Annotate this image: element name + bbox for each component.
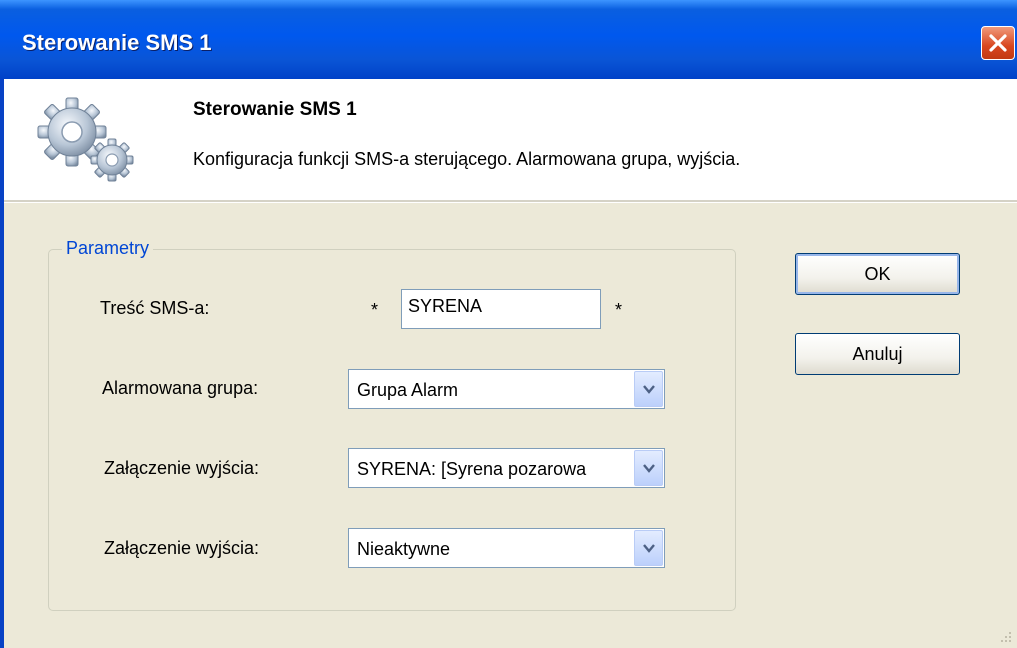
alarm-group-value: Grupa Alarm	[357, 380, 459, 400]
output1-label: Załączenie wyjścia:	[104, 458, 260, 478]
output2-label: Załączenie wyjścia:	[104, 538, 260, 558]
resize-grip-icon[interactable]	[997, 628, 1013, 644]
chevron-down-icon	[643, 544, 655, 553]
output1-value: SYRENA: [Syrena pozarowa	[357, 459, 587, 479]
dialog-window: Sterowanie SMS 1 Sterowanie SMS 1 Konfig…	[0, 0, 1017, 648]
sms-suffix-star: *	[615, 300, 623, 320]
output2-dropdown-button[interactable]	[634, 530, 663, 566]
gears-icon	[37, 97, 134, 182]
header-divider	[4, 200, 1017, 203]
title-bar[interactable]: Sterowanie SMS 1	[0, 0, 1017, 79]
chevron-down-icon	[643, 385, 655, 394]
header-description: Konfiguracja funkcji SMS-a sterującego. …	[193, 149, 741, 169]
close-icon	[989, 34, 1007, 52]
output1-dropdown-button[interactable]	[634, 450, 663, 486]
alarm-group-select[interactable]: Grupa Alarm	[348, 369, 665, 409]
alarm-group-dropdown-button[interactable]	[634, 371, 663, 407]
header-band	[4, 79, 1017, 200]
window-title: Sterowanie SMS 1	[22, 30, 212, 55]
groupbox-legend: Parametry	[62, 238, 154, 259]
sms-content-input[interactable]: SYRENA	[401, 289, 601, 329]
output2-select[interactable]: Nieaktywne	[348, 528, 665, 568]
sms-content-label: Treść SMS-a:	[100, 298, 210, 318]
output1-select[interactable]: SYRENA: [Syrena pozarowa	[348, 448, 665, 488]
chevron-down-icon	[643, 464, 655, 473]
ok-button[interactable]: OK	[795, 253, 960, 295]
alarm-group-label: Alarmowana grupa:	[102, 378, 259, 398]
output2-value: Nieaktywne	[357, 539, 451, 559]
close-button[interactable]	[981, 26, 1015, 60]
header-title: Sterowanie SMS 1	[193, 99, 357, 120]
cancel-button[interactable]: Anuluj	[795, 333, 960, 375]
sms-prefix-star: *	[371, 300, 379, 320]
